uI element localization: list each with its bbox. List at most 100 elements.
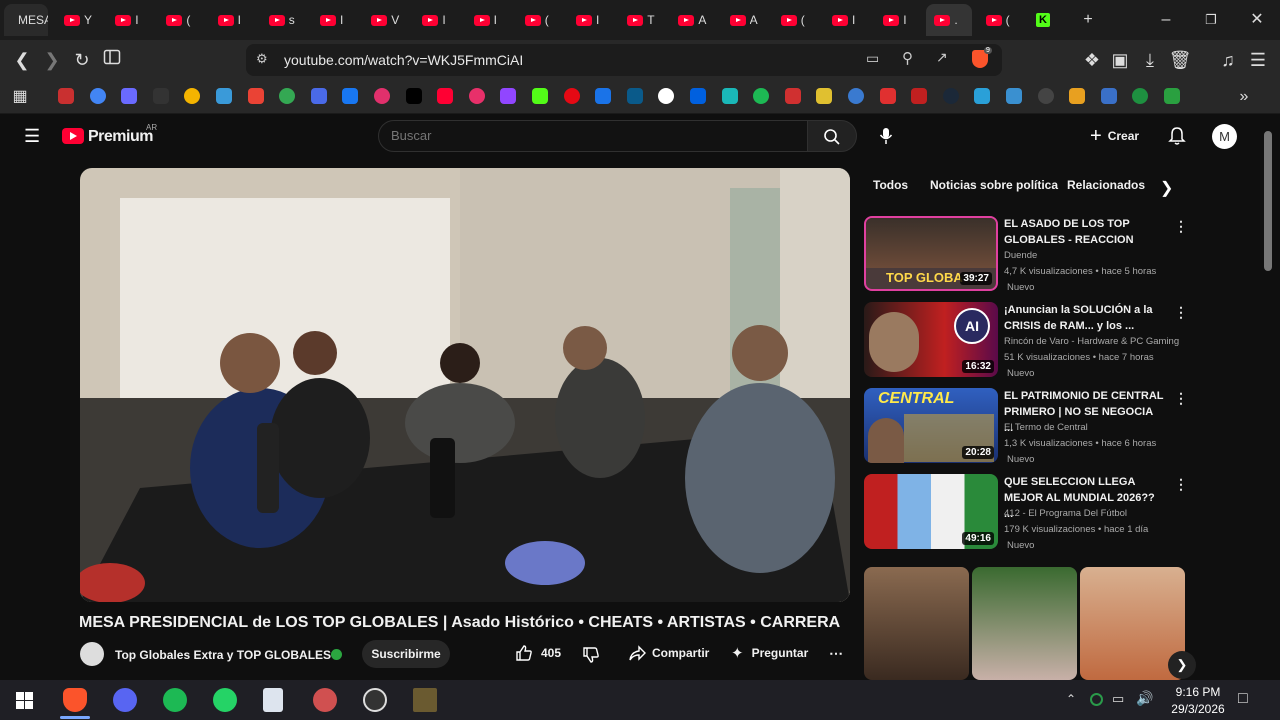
bookmark-favicon-icon[interactable] — [563, 88, 580, 104]
more-options-icon[interactable]: ⋮ — [1174, 476, 1188, 493]
bookmark-favicon-icon[interactable] — [247, 88, 264, 104]
subscribe-button[interactable]: Suscribirme — [362, 640, 450, 668]
bookmark-favicon-icon[interactable] — [1037, 88, 1054, 104]
tab-kick[interactable]: K — [1028, 4, 1068, 36]
reload-button[interactable]: ↻ — [70, 48, 94, 72]
bookmark-favicon-icon[interactable] — [753, 88, 770, 104]
bookmark-favicon-icon[interactable] — [1164, 88, 1180, 104]
bookmark-favicon-icon[interactable] — [500, 88, 517, 104]
browser-tab[interactable]: . — [926, 4, 973, 36]
bookmark-favicon-icon[interactable] — [690, 88, 706, 104]
back-button[interactable]: ❮ — [10, 48, 34, 72]
search-button[interactable] — [807, 120, 857, 152]
more-options-icon[interactable]: ⋮ — [1174, 304, 1188, 321]
tray-chevron-icon[interactable]: ⌃ — [1066, 692, 1076, 706]
bookmark-favicon-icon[interactable] — [437, 88, 454, 104]
browser-tab[interactable]: ( — [773, 4, 819, 36]
extensions-icon[interactable]: ❖ — [1080, 48, 1104, 72]
avatar[interactable]: M — [1212, 124, 1237, 149]
bookmark-favicon-icon[interactable] — [816, 88, 833, 104]
bookmark-favicon-icon[interactable] — [184, 88, 201, 104]
search-input[interactable] — [391, 128, 791, 143]
bookmark-favicon-icon[interactable] — [374, 88, 390, 104]
sidebar-toggle-icon[interactable] — [100, 48, 124, 72]
minimize-button[interactable]: – — [1154, 8, 1178, 32]
forward-button[interactable]: ❯ — [40, 48, 64, 72]
volume-icon[interactable]: 🔊 — [1136, 690, 1153, 707]
trash-icon[interactable]: 🗑 — [1168, 48, 1192, 72]
dislike-button[interactable] — [582, 646, 600, 669]
app-icon[interactable] — [313, 688, 337, 712]
bookmark-favicon-icon[interactable] — [216, 88, 232, 104]
whatsapp-icon[interactable] — [213, 688, 237, 712]
bookmark-favicon-icon[interactable] — [911, 88, 928, 104]
browser-tab[interactable]: I — [414, 4, 460, 36]
close-window-button[interactable]: ✕ — [1245, 8, 1269, 32]
bookmark-favicon-icon[interactable] — [626, 88, 643, 104]
browser-tab[interactable]: I — [210, 4, 256, 36]
spotify-icon[interactable] — [163, 688, 187, 712]
browser-tab[interactable]: I — [466, 4, 512, 36]
page-scrollbar[interactable] — [1264, 131, 1272, 271]
short-thumbnail[interactable] — [864, 567, 969, 680]
bookmark-favicon-icon[interactable] — [468, 88, 485, 104]
wallet-icon[interactable]: ▣ — [1108, 48, 1132, 72]
voice-search-button[interactable] — [870, 120, 902, 152]
more-actions-icon[interactable]: ⋯ — [829, 645, 843, 662]
short-thumbnail[interactable] — [972, 567, 1077, 680]
recommendation-card[interactable]: AI 16:32 ¡Anuncian la SOLUCIÓN a la CRIS… — [864, 302, 1188, 382]
bookmark-favicon-icon[interactable] — [342, 88, 359, 104]
bookmark-favicon-icon[interactable] — [121, 88, 138, 104]
downloads-icon[interactable]: ⤓ — [1138, 48, 1162, 72]
chip-todos[interactable]: Todos — [873, 178, 908, 200]
share-button[interactable]: Compartir — [628, 644, 709, 662]
guide-menu-icon[interactable]: ☰ — [24, 126, 40, 147]
zoom-icon[interactable]: ⚲ — [902, 49, 913, 67]
share-page-icon[interactable]: ↗ — [936, 49, 948, 66]
bookmark-favicon-icon[interactable] — [1069, 88, 1086, 104]
bookmark-favicon-icon[interactable] — [58, 88, 74, 104]
tab-current-video[interactable]: MESA — [4, 4, 48, 36]
browser-tab[interactable]: I — [107, 4, 153, 36]
bookmark-favicon-icon[interactable] — [279, 88, 296, 104]
bookmark-favicon-icon[interactable] — [310, 88, 327, 104]
video-player[interactable] — [80, 168, 850, 602]
clock-date[interactable]: 29/3/2026 — [1166, 702, 1230, 716]
bookmark-favicon-icon[interactable] — [89, 88, 106, 104]
recommendation-card[interactable]: 49:16 QUE SELECCION LLEGA MEJOR AL MUNDI… — [864, 474, 1188, 554]
browser-tab[interactable]: ( — [158, 4, 204, 36]
address-bar[interactable]: ⚙ youtube.com/watch?v=WKJ5FmmCiAI ▭ ⚲ ↗ … — [246, 44, 1002, 76]
discord-icon[interactable] — [113, 688, 137, 712]
cast-icon[interactable]: ▭ — [866, 50, 879, 67]
network-icon[interactable]: ▭ — [1112, 691, 1124, 707]
youtube-logo-icon[interactable] — [62, 128, 84, 144]
notifications-button[interactable] — [1168, 126, 1186, 151]
search-box[interactable] — [378, 120, 808, 152]
tray-app-icon[interactable] — [1090, 693, 1103, 706]
chip-noticias[interactable]: Noticias sobre política — [930, 178, 1058, 200]
bookmark-favicon-icon[interactable] — [658, 88, 675, 104]
bookmark-favicon-icon[interactable] — [974, 88, 991, 104]
browser-tab[interactable]: I — [568, 4, 614, 36]
browser-tab[interactable]: Y — [56, 4, 102, 36]
chevron-right-icon[interactable]: ❯ — [1160, 178, 1173, 198]
apps-grid-icon[interactable]: ▦ — [8, 85, 32, 109]
browser-tab[interactable]: I — [824, 4, 870, 36]
bookmark-favicon-icon[interactable] — [942, 88, 959, 104]
site-info-icon[interactable]: ⚙ — [256, 51, 268, 67]
browser-tab[interactable]: I — [312, 4, 358, 36]
browser-tab[interactable]: T — [619, 4, 665, 36]
browser-tab[interactable]: I — [875, 4, 921, 36]
browser-tab[interactable]: ( — [978, 4, 1024, 36]
like-button[interactable]: 405 — [515, 644, 561, 662]
restore-button[interactable]: ❐ — [1199, 8, 1223, 32]
bookmark-favicon-icon[interactable] — [532, 88, 548, 104]
notepad-icon[interactable] — [263, 688, 283, 712]
bookmark-favicon-icon[interactable] — [784, 88, 801, 104]
more-bookmarks-icon[interactable]: » — [1232, 85, 1256, 109]
menu-icon[interactable]: ☰ — [1246, 48, 1270, 72]
ask-button[interactable]: ✦ Preguntar — [731, 644, 808, 662]
recommendation-card[interactable]: CENTRAL 20:28 EL PATRIMONIO DE CENTRAL P… — [864, 388, 1188, 468]
bookmark-favicon-icon[interactable] — [405, 88, 422, 104]
channel-avatar[interactable] — [80, 642, 104, 666]
